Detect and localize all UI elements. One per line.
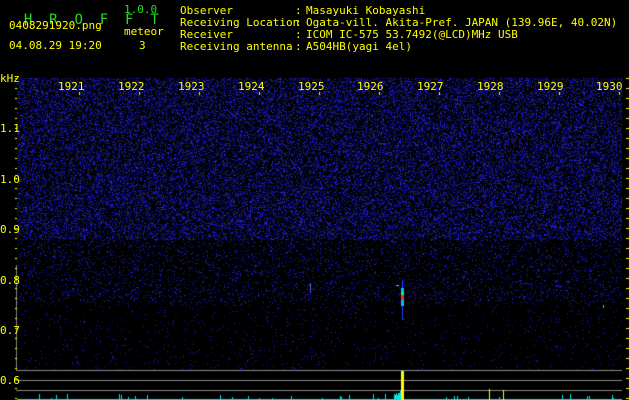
meteor-count: 3	[139, 39, 146, 52]
x-tick-label: 1927	[417, 80, 444, 93]
y-tick-label: 1.0	[0, 173, 20, 186]
app-version: 1.0.0	[124, 3, 158, 16]
meteor-label: meteor	[124, 25, 164, 38]
x-tick-label: 1923	[178, 80, 205, 93]
x-tick-label: 1926	[357, 80, 384, 93]
file-datetime: 04.08.29 19:20	[9, 39, 102, 52]
y-tick-label: 0.9	[0, 223, 20, 236]
info-label-antenna: Receiving antenna	[180, 40, 293, 53]
y-tick-label: 1.1	[0, 122, 20, 135]
x-tick-label: 1929	[537, 80, 564, 93]
y-axis-unit: kHz	[0, 72, 20, 85]
x-tick-label: 1924	[238, 80, 265, 93]
x-tick-label: 1925	[298, 80, 325, 93]
x-tick-label: 1930	[596, 80, 623, 93]
file-name: 0408291920.png	[9, 19, 102, 32]
info-sep: :	[295, 40, 302, 53]
info-value-antenna: A504HB(yagi 4el)	[306, 40, 412, 53]
y-tick-label: 0.7	[0, 324, 20, 337]
x-tick-label: 1928	[477, 80, 504, 93]
x-tick-label: 1921	[58, 80, 85, 93]
spectrogram	[0, 0, 629, 400]
y-tick-label: 0.6	[0, 374, 20, 387]
x-tick-label: 1922	[118, 80, 145, 93]
y-tick-label: 0.8	[0, 274, 20, 287]
